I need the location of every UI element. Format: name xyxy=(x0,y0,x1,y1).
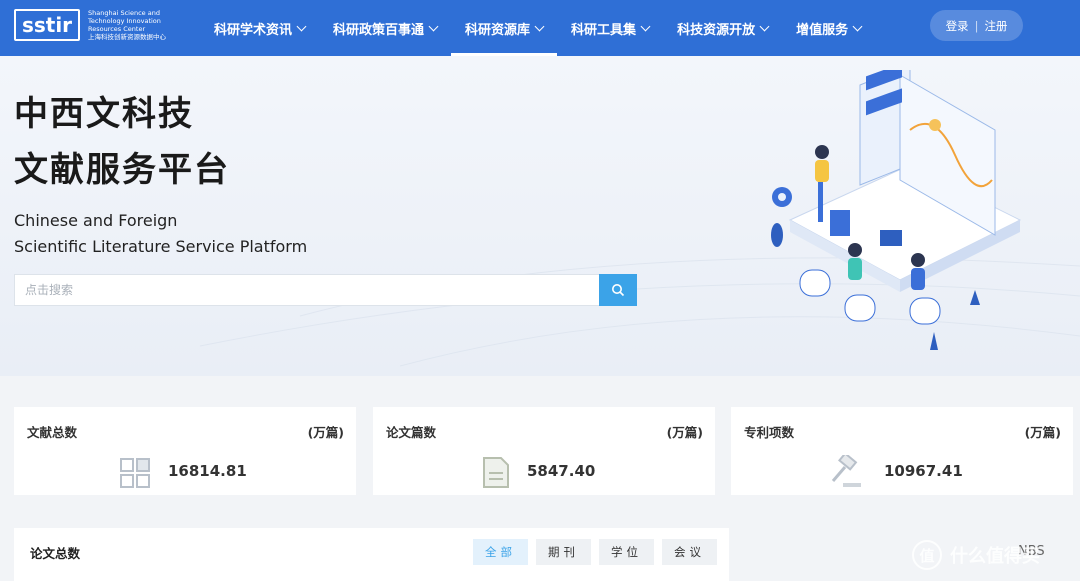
main-nav: 科研学术资讯 科研政策百事通 科研资源库 科研工具集 科技资源开放 增值服务 xyxy=(200,0,875,56)
nav-item-value-added[interactable]: 增值服务 xyxy=(782,0,875,56)
search-button[interactable] xyxy=(599,274,637,306)
filter-tabs: 全部 期刊 学位 会议 xyxy=(473,539,725,565)
tab-all[interactable]: 全部 xyxy=(473,539,528,565)
title-line-2: 文献服务平台 xyxy=(14,150,230,190)
page-title: 中西文科技 文献服务平台 xyxy=(14,86,230,198)
stat-label: 文献总数 xyxy=(27,425,78,440)
nav-item-resources[interactable]: 科研资源库 xyxy=(451,0,558,56)
auth-buttons: 登录 | 注册 xyxy=(930,10,1023,41)
stat-card-paper-count: 论文篇数 (万篇) 5847.40 xyxy=(373,407,715,495)
chevron-down-icon xyxy=(852,21,863,31)
nav-item-research-news[interactable]: 科研学术资讯 xyxy=(200,0,319,56)
auth-separator: | xyxy=(974,18,979,33)
subtitle-line-2: Scientific Literature Service Platform xyxy=(14,237,308,256)
chevron-down-icon xyxy=(296,21,307,31)
stat-value: 5847.40 xyxy=(527,462,596,480)
nav-item-policy[interactable]: 科研政策百事通 xyxy=(319,0,451,56)
stat-label: 论文篇数 xyxy=(386,425,437,440)
watermark: 值 什么值得买 xyxy=(912,540,1040,570)
nav-item-open-resources[interactable]: 科技资源开放 xyxy=(663,0,782,56)
logo-text-en: Shanghai Science and Technology Innovati… xyxy=(88,9,161,33)
stat-card-patent-count: 专利项数 (万篇) 10967.41 xyxy=(731,407,1073,495)
logo-mark: sstir xyxy=(14,9,80,41)
tab-conference[interactable]: 会议 xyxy=(662,539,717,565)
hero-banner: 中西文科技 文献服务平台 Chinese and Foreign Scienti… xyxy=(0,56,1080,376)
watermark-text: 什么值得买 xyxy=(950,546,1040,567)
logo-text: Shanghai Science and Technology Innovati… xyxy=(88,9,172,41)
site-logo[interactable]: sstir Shanghai Science and Technology In… xyxy=(14,9,172,41)
title-line-1: 中西文科技 xyxy=(14,94,194,134)
search-input[interactable] xyxy=(15,275,599,305)
stat-card-literature-total: 文献总数 (万篇) 16814.81 xyxy=(14,407,356,495)
grid-icon xyxy=(120,458,150,488)
gavel-icon xyxy=(831,455,861,487)
search-icon xyxy=(612,284,625,297)
stat-label: 专利项数 xyxy=(744,425,795,440)
subtitle-line-1: Chinese and Foreign xyxy=(14,211,178,230)
login-button[interactable]: 登录 xyxy=(946,18,969,34)
stat-unit: (万篇) xyxy=(666,425,703,440)
page-subtitle: Chinese and Foreign Scientific Literatur… xyxy=(14,208,307,260)
top-navbar: sstir Shanghai Science and Technology In… xyxy=(0,0,1080,56)
document-icon xyxy=(483,457,509,488)
chevron-down-icon xyxy=(640,21,651,31)
stat-value: 10967.41 xyxy=(884,462,963,480)
tab-degree[interactable]: 学位 xyxy=(599,539,654,565)
logo-text-cn: 上海科技创新资源数据中心 xyxy=(88,33,166,41)
paper-total-panel: 论文总数 全部 期刊 学位 会议 xyxy=(14,528,729,581)
nav-item-tools[interactable]: 科研工具集 xyxy=(557,0,663,56)
search-bar xyxy=(14,274,637,306)
panel-title: 论文总数 xyxy=(30,546,81,561)
chevron-down-icon xyxy=(428,21,439,31)
stat-unit: (万篇) xyxy=(1024,425,1061,440)
office-illustration xyxy=(771,70,1022,350)
register-button[interactable]: 注册 xyxy=(984,18,1007,34)
chevron-down-icon xyxy=(534,21,545,31)
watermark-logo-icon: 值 xyxy=(912,540,942,570)
tab-journal[interactable]: 期刊 xyxy=(536,539,591,565)
stat-value: 16814.81 xyxy=(168,462,247,480)
stat-unit: (万篇) xyxy=(307,425,344,440)
chevron-down-icon xyxy=(759,21,770,31)
